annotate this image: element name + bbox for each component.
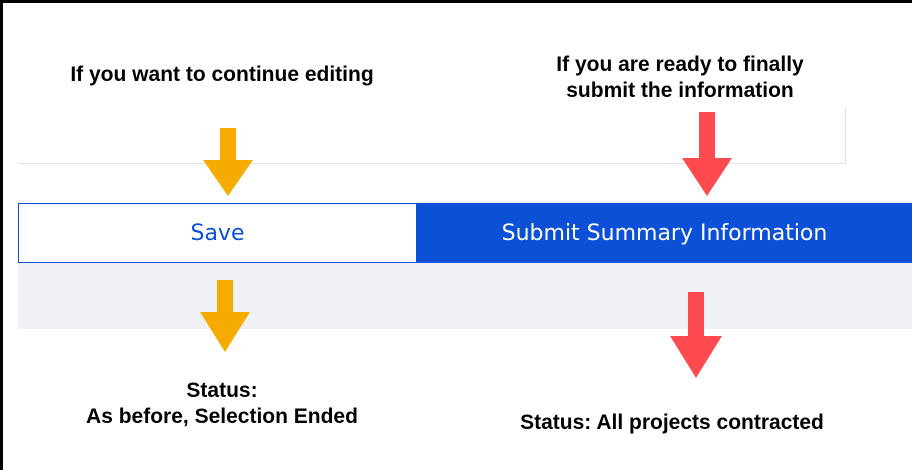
arrow-down-icon: [670, 292, 722, 378]
status-selection-ended: Status: As before, Selection Ended: [22, 378, 422, 430]
annotation-continue-editing: If you want to continue editing: [70, 63, 374, 86]
annotation-ready-to-submit: If you are ready to finally submit the i…: [480, 52, 880, 104]
status-left-line2: As before, Selection Ended: [86, 405, 358, 428]
annotation-ready-line1: If you are ready to finally: [556, 53, 804, 76]
annotation-ready-line2: submit the information: [566, 79, 794, 102]
save-button[interactable]: Save: [18, 203, 417, 263]
action-bar: Save Submit Summary Information: [18, 203, 912, 263]
arrow-down-icon: [200, 280, 250, 352]
status-band: [18, 263, 912, 329]
status-left-line1: Status:: [186, 379, 258, 402]
status-all-contracted: Status: All projects contracted: [520, 411, 824, 434]
arrow-down-icon: [682, 112, 732, 196]
submit-summary-button[interactable]: Submit Summary Information: [417, 203, 912, 263]
arrow-down-icon: [203, 128, 253, 196]
